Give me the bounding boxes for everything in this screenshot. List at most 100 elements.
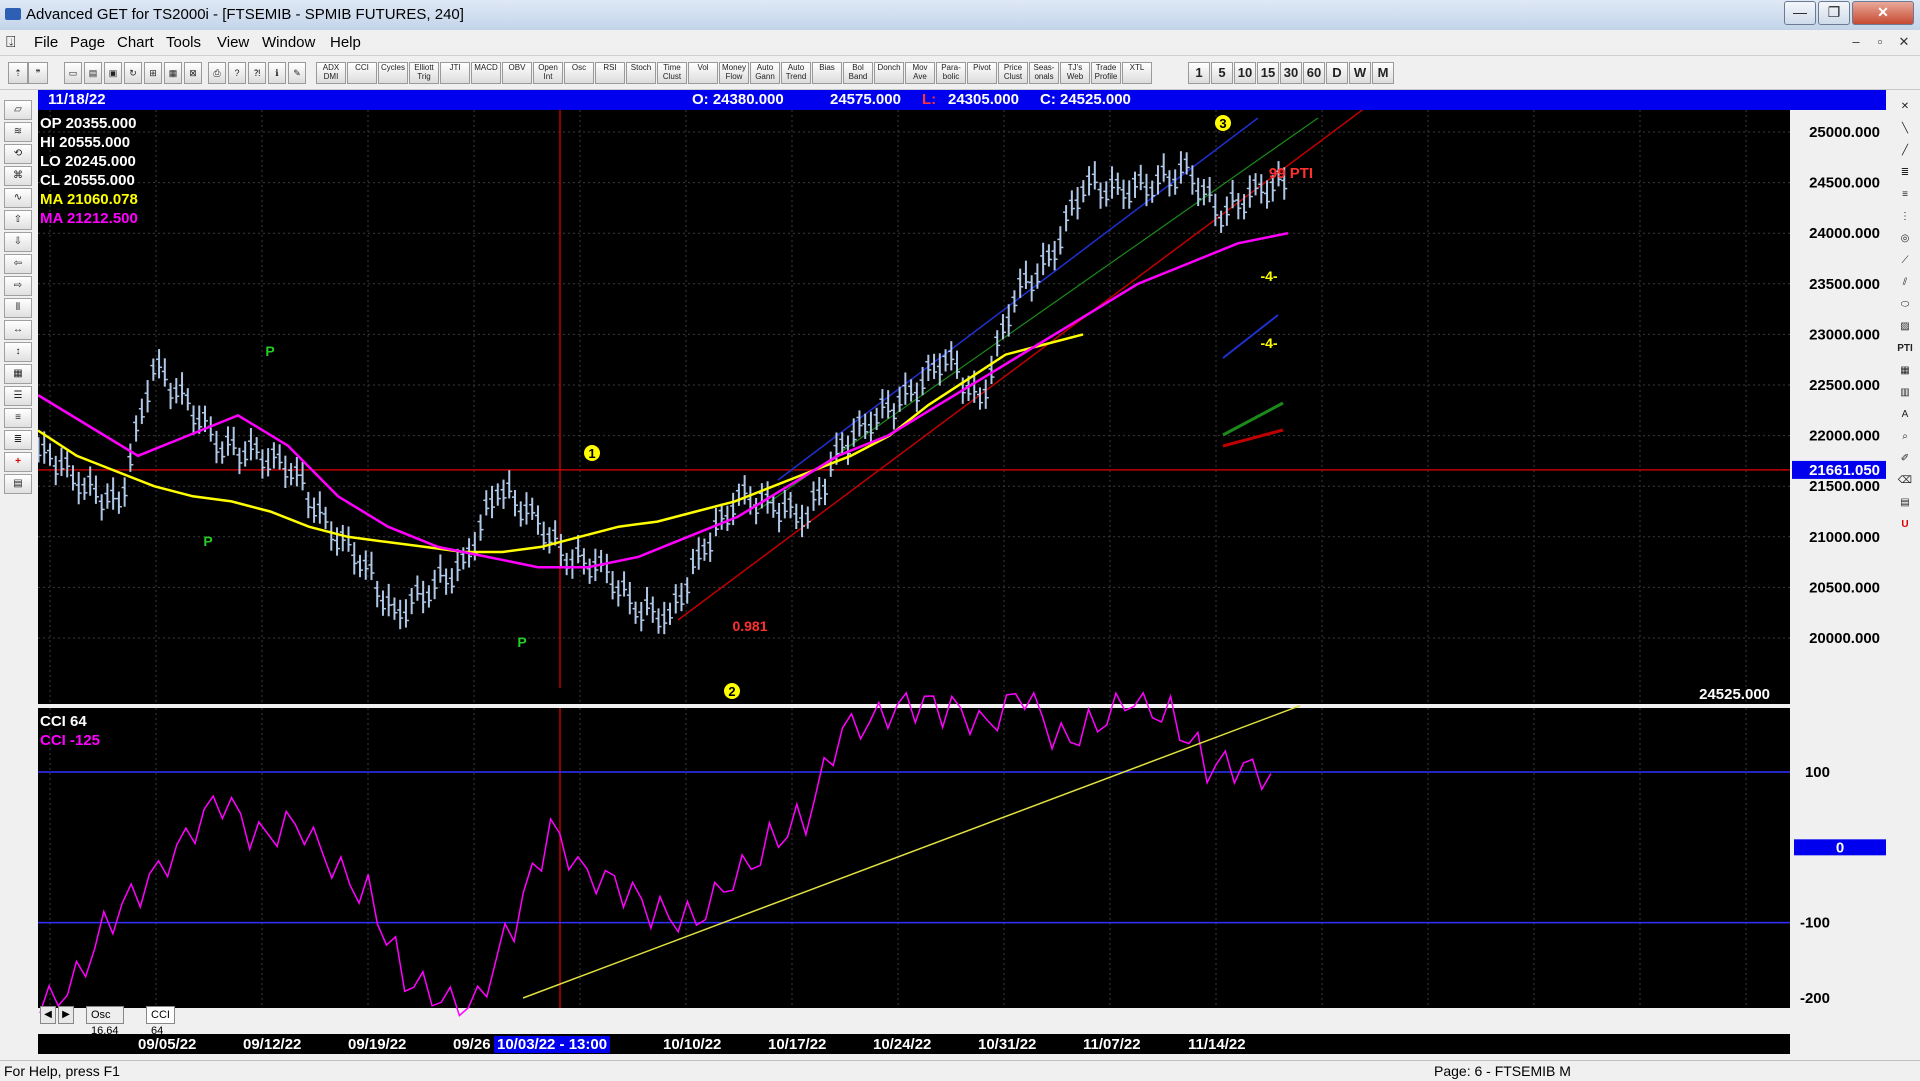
split-icon[interactable]: ⊞ <box>144 62 162 84</box>
info-icon[interactable]: ℹ <box>268 62 286 84</box>
pti-icon[interactable]: PTI <box>1893 340 1917 358</box>
period-w-button[interactable]: W <box>1349 62 1371 84</box>
fib-time-icon[interactable]: ⋮ <box>1893 208 1917 226</box>
period-15-button[interactable]: 15 <box>1257 62 1279 84</box>
text-icon[interactable]: A <box>1893 406 1917 424</box>
period-5-button[interactable]: 5 <box>1211 62 1233 84</box>
study-button-22[interactable]: Price Clust <box>998 62 1028 84</box>
study-button-5[interactable]: MACD <box>471 62 501 84</box>
ellipse-icon[interactable]: ⬭ <box>1893 296 1917 314</box>
study-button-7[interactable]: Open Int <box>533 62 563 84</box>
lines-icon[interactable]: ☰ <box>4 386 32 406</box>
study-button-18[interactable]: Donch <box>874 62 904 84</box>
tab-prev-icon[interactable]: ◀ <box>40 1006 56 1024</box>
menu-window[interactable]: Window <box>262 34 315 51</box>
arrow-up-icon[interactable]: ⇧ <box>4 210 32 230</box>
erase-icon[interactable]: ⌫ <box>1893 472 1917 490</box>
study-button-11[interactable]: Time Clust <box>657 62 687 84</box>
square-icon[interactable]: ▨ <box>1893 318 1917 336</box>
crosshair-icon[interactable]: + <box>4 452 32 472</box>
refresh-icon[interactable]: ↻ <box>124 62 142 84</box>
study-button-1[interactable]: CCI <box>347 62 377 84</box>
study-button-3[interactable]: Elliott Trig <box>409 62 439 84</box>
price-chart-svg[interactable]: P P P 1 2 3 99 PTI 0.981 -4- -4- 25000.000 24500.0… <box>35 101 1890 1032</box>
study-button-8[interactable]: Osc <box>564 62 594 84</box>
menu-page[interactable]: Page <box>70 34 105 51</box>
table-icon[interactable]: ▦ <box>1893 362 1917 380</box>
tab-next-icon[interactable]: ▶ <box>58 1006 74 1024</box>
study-icon[interactable]: ⌘ <box>4 166 32 186</box>
arrow-down-icon[interactable]: ⇩ <box>4 232 32 252</box>
tab-cci[interactable]: CCI 64 <box>146 1006 175 1037</box>
channel-icon[interactable]: ⫽ <box>1893 274 1917 292</box>
open-folder-icon[interactable]: ▱ <box>4 100 32 120</box>
study-button-24[interactable]: TJ's Web <box>1060 62 1090 84</box>
study-button-2[interactable]: Cycles <box>378 62 408 84</box>
menu-chart[interactable]: Chart <box>117 34 154 51</box>
study-button-10[interactable]: Stoch <box>626 62 656 84</box>
minimize-button[interactable]: — <box>1784 1 1816 25</box>
fib-icon[interactable]: ≣ <box>4 430 32 450</box>
compress-icon[interactable]: ↕ <box>4 342 32 362</box>
study-button-15[interactable]: Auto Trend <box>781 62 811 84</box>
period-30-button[interactable]: 30 <box>1280 62 1302 84</box>
close-x-icon[interactable]: ✕ <box>1893 98 1917 116</box>
fan-icon[interactable]: ⟋ <box>1893 252 1917 270</box>
study-button-4[interactable]: JTI <box>440 62 470 84</box>
period-m-button[interactable]: M <box>1372 62 1394 84</box>
study-button-25[interactable]: Trade Profile <box>1091 62 1121 84</box>
study-button-17[interactable]: Bol Band <box>843 62 873 84</box>
menu-view[interactable]: View <box>217 34 249 51</box>
tab-osc[interactable]: Osc 16,64 <box>86 1006 124 1037</box>
fib-retracement-icon[interactable]: ≣ <box>1893 164 1917 182</box>
save-icon[interactable]: ▣ <box>104 62 122 84</box>
pointer-icon[interactable]: ⇡ <box>8 62 28 84</box>
study-button-20[interactable]: Para-bolic <box>936 62 966 84</box>
gann-icon[interactable]: ≡ <box>4 408 32 428</box>
help-icon[interactable]: ? <box>228 62 246 84</box>
open-icon[interactable]: ▤ <box>84 62 102 84</box>
study-button-14[interactable]: Auto Gann <box>750 62 780 84</box>
bars-icon[interactable]: ⫴ <box>4 298 32 318</box>
fib-extension-icon[interactable]: ≡ <box>1893 186 1917 204</box>
list-icon[interactable]: ▤ <box>1893 494 1917 512</box>
zoom-icon[interactable]: ⊠ <box>184 62 202 84</box>
study-button-0[interactable]: ADX DMI <box>316 62 346 84</box>
new-icon[interactable]: ▭ <box>64 62 82 84</box>
mdi-close-button[interactable]: ✕ <box>1894 33 1914 51</box>
study-button-21[interactable]: Pivot <box>967 62 997 84</box>
close-button[interactable]: ✕ <box>1852 1 1914 25</box>
calculator-icon[interactable]: ▤ <box>4 474 32 494</box>
circle-icon[interactable]: ◎ <box>1893 230 1917 248</box>
study-button-26[interactable]: XTL <box>1122 62 1152 84</box>
period-d-button[interactable]: D <box>1326 62 1348 84</box>
chart-area[interactable]: P P P 1 2 3 99 PTI 0.981 -4- -4- 25000.000 24500.0… <box>35 101 1890 1032</box>
study-button-13[interactable]: Money Flow <box>719 62 749 84</box>
arrow-right-icon[interactable]: ⇨ <box>4 276 32 296</box>
menu-file[interactable]: File <box>34 34 58 51</box>
grid-icon[interactable]: ▦ <box>164 62 182 84</box>
period-1-button[interactable]: 1 <box>1188 62 1210 84</box>
magnify-icon[interactable]: ⌕ <box>1893 428 1917 446</box>
undo-icon[interactable]: U <box>1893 516 1917 534</box>
menu-tools[interactable]: Tools <box>166 34 201 51</box>
menu-help[interactable]: Help <box>330 34 361 51</box>
reset-icon[interactable]: ⟲ <box>4 144 32 164</box>
tool-icon[interactable]: ✎ <box>288 62 306 84</box>
draw-trend-icon[interactable]: ╱ <box>1893 142 1917 160</box>
print-icon[interactable]: ⎙ <box>208 62 226 84</box>
elliott-icon[interactable]: ∿ <box>4 188 32 208</box>
mob-icon[interactable]: ▥ <box>1893 384 1917 402</box>
period-60-button[interactable]: 60 <box>1303 62 1325 84</box>
study-button-16[interactable]: Bias <box>812 62 842 84</box>
restore-button[interactable]: ❐ <box>1818 1 1850 25</box>
draw-line-icon[interactable]: ╲ <box>1893 120 1917 138</box>
paint-icon[interactable]: ✐ <box>1893 450 1917 468</box>
pattern-icon[interactable]: ≋ <box>4 122 32 142</box>
study-button-23[interactable]: Seas-onals <box>1029 62 1059 84</box>
study-button-19[interactable]: Mov Ave <box>905 62 935 84</box>
study-button-12[interactable]: Vol <box>688 62 718 84</box>
period-10-button[interactable]: 10 <box>1234 62 1256 84</box>
context-help-icon[interactable]: ⁈ <box>248 62 266 84</box>
study-button-9[interactable]: RSI <box>595 62 625 84</box>
